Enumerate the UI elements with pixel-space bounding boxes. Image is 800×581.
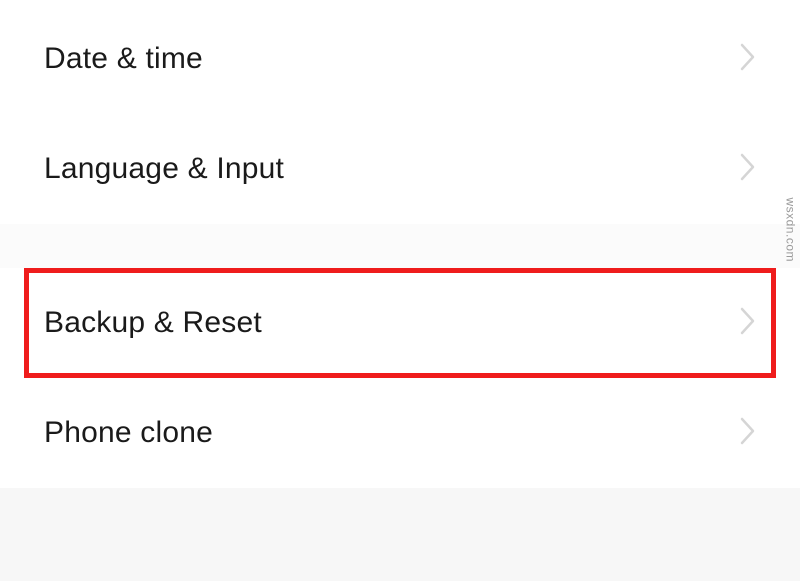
settings-group-2: Backup & Reset Phone clone xyxy=(0,268,800,488)
settings-item-label: Date & time xyxy=(44,42,203,76)
settings-item-label: Backup & Reset xyxy=(44,306,262,340)
chevron-right-icon xyxy=(740,43,756,76)
settings-item-backup-reset[interactable]: Backup & Reset xyxy=(0,268,800,378)
chevron-right-icon xyxy=(740,153,756,186)
settings-item-label: Phone clone xyxy=(44,416,213,450)
settings-group-1: Date & time Language & Input xyxy=(0,0,800,224)
chevron-right-icon xyxy=(740,417,756,450)
settings-item-label: Language & Input xyxy=(44,152,284,186)
chevron-right-icon xyxy=(740,307,756,340)
watermark-text: wsxdn.com xyxy=(784,197,798,262)
settings-item-date-time[interactable]: Date & time xyxy=(0,4,800,114)
settings-item-language-input[interactable]: Language & Input xyxy=(0,114,800,224)
highlighted-item: Backup & Reset xyxy=(0,268,800,378)
settings-item-phone-clone[interactable]: Phone clone xyxy=(0,378,800,488)
section-gap xyxy=(0,224,800,268)
